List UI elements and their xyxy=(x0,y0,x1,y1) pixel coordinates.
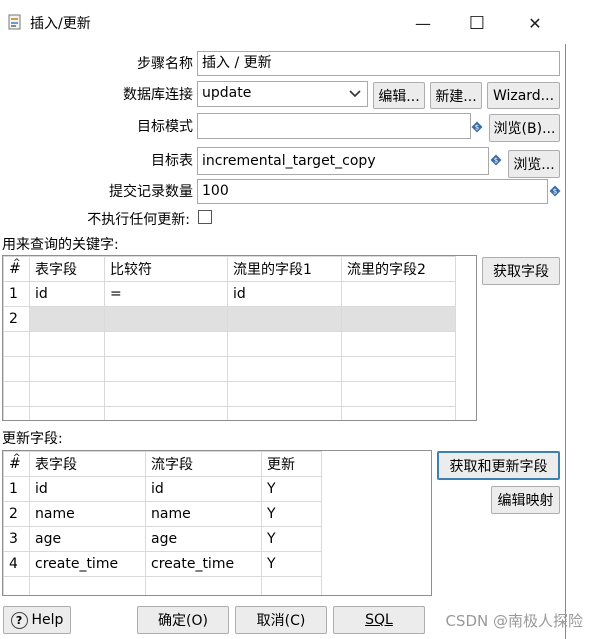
table-cell[interactable] xyxy=(341,306,456,332)
table-cell[interactable]: create_time xyxy=(145,551,262,577)
connection-select[interactable]: update xyxy=(197,81,368,107)
keys-col-stream-field2[interactable]: 流里的字段2 xyxy=(341,256,456,282)
wizard-button[interactable]: Wizard... xyxy=(487,82,560,109)
watermark: CSDN @南极人探险 xyxy=(445,612,583,630)
empty-row xyxy=(3,381,456,407)
empty-row xyxy=(3,331,456,357)
table-row[interactable]: 1 id = id xyxy=(3,281,456,307)
step-name-input[interactable]: 插入 / 更新 xyxy=(197,51,560,76)
get-update-fields-button[interactable]: 获取和更新字段 xyxy=(437,451,560,480)
row-index: 1 xyxy=(3,476,30,502)
keys-table[interactable]: ^ # 表字段 比较符 流里的字段1 流里的字段2 1 id = id 2 xyxy=(2,255,477,421)
svg-text:$: $ xyxy=(553,188,557,196)
close-button[interactable]: ✕ xyxy=(512,8,558,38)
browse-schema-button[interactable]: 浏览(B)... xyxy=(489,114,560,142)
row-index: 4 xyxy=(3,551,30,577)
ok-button[interactable]: 确定(O) xyxy=(137,606,229,634)
connection-value: update xyxy=(202,85,252,101)
row-index: 1 xyxy=(3,281,30,307)
table-cell[interactable]: age xyxy=(29,526,146,552)
update-col-index[interactable]: ^ # xyxy=(3,451,30,477)
update-fields-table[interactable]: ^ # 表字段 流字段 更新 1 id id Y 2 name name Y 3 … xyxy=(2,450,432,596)
edit-mapping-button[interactable]: 编辑映射 xyxy=(491,486,560,514)
keys-col-table-field[interactable]: 表字段 xyxy=(29,256,105,282)
cancel-button[interactable]: 取消(C) xyxy=(235,606,327,634)
sort-caret-icon: ^ xyxy=(13,453,21,463)
table-cell[interactable]: create_time xyxy=(29,551,146,577)
table-cell[interactable]: name xyxy=(29,501,146,527)
table-row[interactable]: 4 create_time create_time Y xyxy=(3,551,322,577)
window-title: 插入/更新 xyxy=(30,16,91,32)
question-circle-icon: ? xyxy=(10,611,28,629)
no-update-checkbox[interactable] xyxy=(198,210,212,224)
table-row[interactable]: 2 xyxy=(3,306,456,332)
table-cell[interactable]: Y xyxy=(261,501,322,527)
empty-row xyxy=(3,406,456,420)
target-table-label: 目标表 xyxy=(151,153,193,169)
table-row[interactable]: 2 name name Y xyxy=(3,501,322,527)
row-index: 3 xyxy=(3,526,30,552)
variable-diamond-icon: $ xyxy=(549,185,561,197)
table-cell[interactable] xyxy=(104,306,228,332)
step-name-label: 步骤名称 xyxy=(137,56,193,72)
keys-col-comparator[interactable]: 比较符 xyxy=(104,256,228,282)
table-cell[interactable] xyxy=(29,306,105,332)
target-schema-label: 目标模式 xyxy=(137,119,193,135)
target-table-input[interactable]: incremental_target_copy xyxy=(197,147,489,175)
variable-diamond-icon: $ xyxy=(471,121,483,133)
new-connection-button[interactable]: 新建... xyxy=(430,82,482,109)
commit-size-input[interactable]: 100 xyxy=(197,179,548,204)
table-cell[interactable] xyxy=(227,306,342,332)
keys-col-stream-field1[interactable]: 流里的字段1 xyxy=(227,256,342,282)
table-cell[interactable]: id xyxy=(29,281,105,307)
sql-button[interactable]: SQL xyxy=(333,606,425,634)
table-cell[interactable] xyxy=(341,281,456,307)
target-schema-input[interactable] xyxy=(197,113,471,139)
keys-section-label: 用来查询的关键字: xyxy=(2,237,119,253)
svg-text:$: $ xyxy=(475,124,479,132)
commit-size-label: 提交记录数量 xyxy=(109,184,193,200)
keys-col-index[interactable]: ^ # xyxy=(3,256,30,282)
help-button[interactable]: ? Help xyxy=(3,606,71,634)
table-cell[interactable]: Y xyxy=(261,526,322,552)
close-icon: ✕ xyxy=(528,13,542,33)
table-cell[interactable]: age xyxy=(145,526,262,552)
variable-diamond-icon: $ xyxy=(490,154,502,166)
update-section-label: 更新字段: xyxy=(2,431,63,447)
update-col-stream-field[interactable]: 流字段 xyxy=(145,451,262,477)
maximize-button[interactable]: ☐ xyxy=(454,8,500,38)
connection-label: 数据库连接 xyxy=(123,87,193,103)
title-bar: 插入/更新 — ☐ ✕ xyxy=(0,0,566,44)
table-cell[interactable]: Y xyxy=(261,551,322,577)
chevron-down-icon xyxy=(349,90,361,98)
no-update-label: 不执行任何更新: xyxy=(87,212,190,228)
maximize-icon: ☐ xyxy=(468,12,486,34)
browse-table-button[interactable]: 浏览... xyxy=(508,150,560,178)
transform-step-icon xyxy=(8,14,21,30)
table-cell[interactable]: Y xyxy=(261,476,322,502)
svg-text:$: $ xyxy=(494,157,498,165)
row-index: 2 xyxy=(3,306,30,332)
row-index: 2 xyxy=(3,501,30,527)
empty-row xyxy=(3,356,456,382)
table-cell[interactable]: id xyxy=(29,476,146,502)
sort-caret-icon: ^ xyxy=(13,258,21,268)
table-cell[interactable]: id xyxy=(145,476,262,502)
update-col-table-field[interactable]: 表字段 xyxy=(29,451,146,477)
get-fields-button[interactable]: 获取字段 xyxy=(482,257,560,285)
minimize-button[interactable]: — xyxy=(400,8,446,38)
empty-row xyxy=(3,576,322,595)
update-col-update[interactable]: 更新 xyxy=(261,451,322,477)
minimize-icon: — xyxy=(415,13,431,33)
edit-connection-button[interactable]: 编辑... xyxy=(373,82,425,109)
table-cell[interactable]: = xyxy=(104,281,228,307)
table-row[interactable]: 1 id id Y xyxy=(3,476,322,502)
table-row[interactable]: 3 age age Y xyxy=(3,526,322,552)
help-button-label: Help xyxy=(31,612,64,628)
table-cell[interactable]: id xyxy=(227,281,342,307)
table-cell[interactable]: name xyxy=(145,501,262,527)
